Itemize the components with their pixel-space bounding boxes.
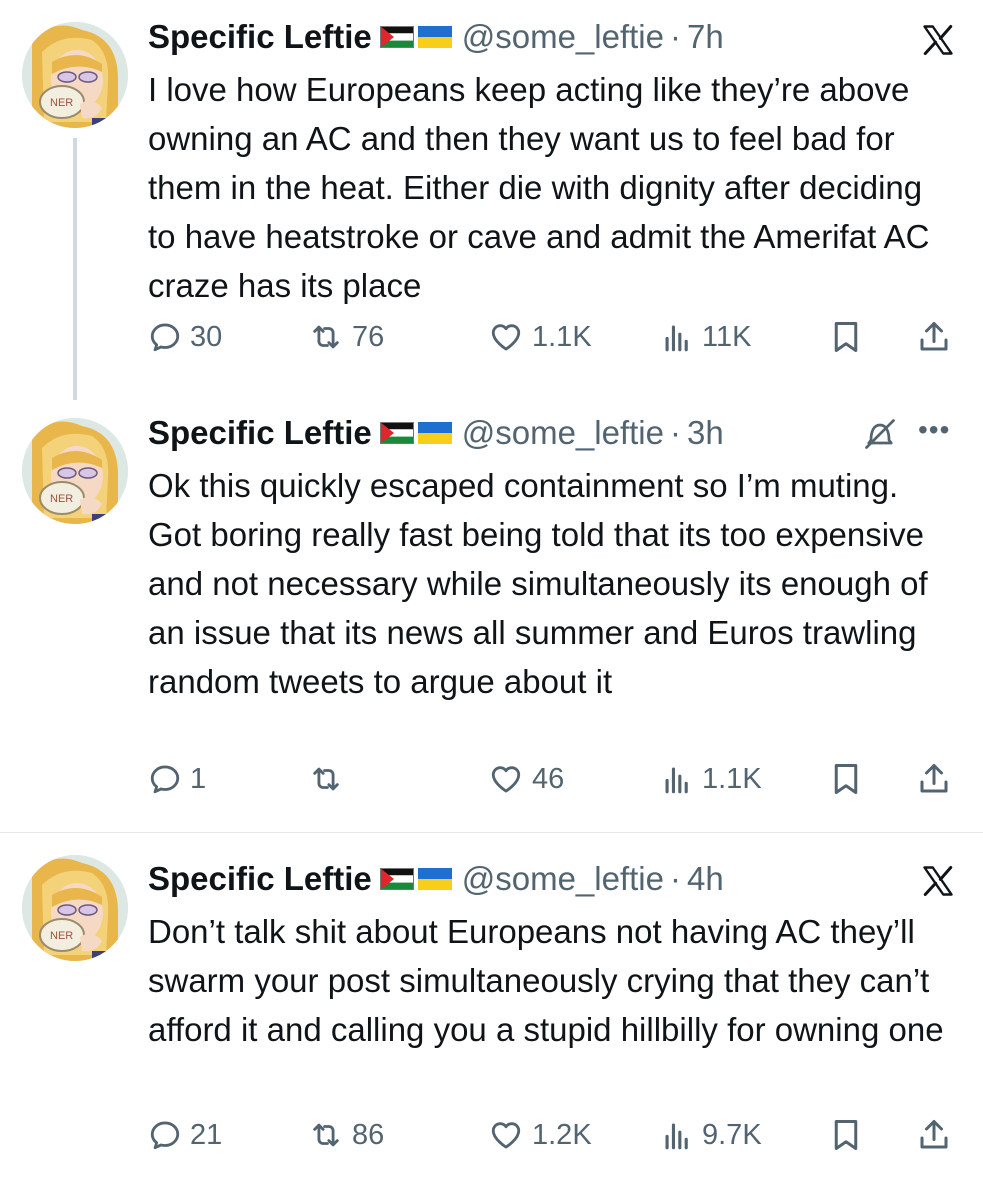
repost-icon [308, 762, 344, 796]
share-button[interactable] [916, 1114, 952, 1156]
share-icon [916, 1117, 952, 1153]
avatar[interactable] [22, 855, 128, 961]
thread-connector-line [73, 138, 77, 400]
tweet-1[interactable]: Specific Leftie @some_leftie · 7h I love… [0, 0, 983, 400]
avatar[interactable] [22, 22, 128, 128]
bookmark-button[interactable] [828, 316, 864, 358]
views-icon [660, 1118, 694, 1152]
tweet-text: Don’t talk shit about Europeans not havi… [148, 913, 944, 1048]
palestine-flag-icon [380, 26, 414, 48]
reply-count: 21 [190, 1118, 223, 1151]
like-button[interactable]: 1.1K [488, 316, 592, 358]
separator-dot: · [670, 860, 681, 897]
reply-icon [148, 320, 182, 354]
tweet-text: Ok this quickly escaped containment so I… [148, 467, 928, 700]
bookmark-button[interactable] [828, 1114, 864, 1156]
share-button[interactable] [916, 758, 952, 800]
repost-button[interactable]: 76 [308, 316, 384, 358]
more-options-icon[interactable]: ••• [918, 414, 950, 446]
tweet-header: Specific Leftie @some_leftie · 3h [148, 413, 724, 453]
reply-count: 1 [190, 762, 207, 795]
display-name[interactable]: Specific Leftie [148, 18, 372, 56]
palestine-flag-icon [380, 868, 414, 890]
repost-count: 86 [352, 1118, 385, 1151]
flag-emojis [380, 422, 452, 444]
repost-icon [308, 320, 344, 354]
reply-button[interactable]: 1 [148, 758, 206, 800]
share-icon [916, 319, 952, 355]
repost-button[interactable] [308, 758, 352, 800]
like-button[interactable]: 1.2K [488, 1114, 592, 1156]
palestine-flag-icon [380, 422, 414, 444]
separator-dot: · [670, 414, 681, 451]
view-count: 1.1K [702, 762, 762, 795]
reply-icon [148, 762, 182, 796]
repost-button[interactable]: 86 [308, 1114, 384, 1156]
tweet-header: Specific Leftie @some_leftie · 4h [148, 859, 724, 899]
views-button[interactable]: 9.7K [660, 1114, 762, 1156]
flag-emojis [380, 26, 452, 48]
user-handle[interactable]: @some_leftie [462, 414, 664, 452]
views-icon [660, 762, 694, 796]
like-count: 1.2K [532, 1118, 592, 1151]
reply-button[interactable]: 21 [148, 1114, 222, 1156]
display-name[interactable]: Specific Leftie [148, 414, 372, 452]
share-button[interactable] [916, 316, 952, 358]
share-icon [916, 761, 952, 797]
like-count: 1.1K [532, 320, 592, 353]
tweet-text: I love how Europeans keep acting like th… [148, 71, 930, 304]
tweet-actions: 21 86 1.2K 9.7K [148, 1114, 960, 1156]
tweet-actions: 1 46 1.1K [148, 758, 960, 800]
ukraine-flag-icon [418, 26, 452, 48]
heart-icon [488, 1118, 524, 1152]
reply-count: 30 [190, 320, 223, 353]
like-count: 46 [532, 762, 565, 795]
like-button[interactable]: 46 [488, 758, 564, 800]
tweet-3[interactable]: Specific Leftie @some_leftie · 4h Don’t … [0, 833, 983, 1200]
reply-icon [148, 1118, 182, 1152]
views-button[interactable]: 11K [660, 316, 751, 358]
ukraine-flag-icon [418, 422, 452, 444]
tweet-2[interactable]: Specific Leftie @some_leftie · 3h ••• Ok… [0, 400, 983, 832]
flag-emojis [380, 868, 452, 890]
tweet-header: Specific Leftie @some_leftie · 7h [148, 17, 724, 57]
avatar[interactable] [22, 418, 128, 524]
reply-button[interactable]: 30 [148, 316, 222, 358]
ukraine-flag-icon [418, 868, 452, 890]
view-count: 9.7K [702, 1118, 762, 1151]
muted-conversation-icon [862, 416, 898, 452]
bookmark-icon [828, 319, 864, 355]
x-logo-icon [918, 22, 958, 58]
view-count: 11K [702, 320, 752, 353]
tweet-actions: 30 76 1.1K 11K [148, 316, 960, 358]
bookmark-button[interactable] [828, 758, 864, 800]
heart-icon [488, 762, 524, 796]
heart-icon [488, 320, 524, 354]
views-icon [660, 320, 694, 354]
repost-count: 76 [352, 320, 385, 353]
display-name[interactable]: Specific Leftie [148, 860, 372, 898]
separator-dot: · [670, 18, 681, 55]
repost-icon [308, 1118, 344, 1152]
bookmark-icon [828, 761, 864, 797]
timestamp[interactable]: 4h [687, 860, 724, 898]
x-logo-icon [918, 863, 958, 899]
timestamp[interactable]: 7h [687, 18, 724, 56]
user-handle[interactable]: @some_leftie [462, 18, 664, 56]
user-handle[interactable]: @some_leftie [462, 860, 664, 898]
bookmark-icon [828, 1117, 864, 1153]
views-button[interactable]: 1.1K [660, 758, 762, 800]
timestamp[interactable]: 3h [687, 414, 724, 452]
